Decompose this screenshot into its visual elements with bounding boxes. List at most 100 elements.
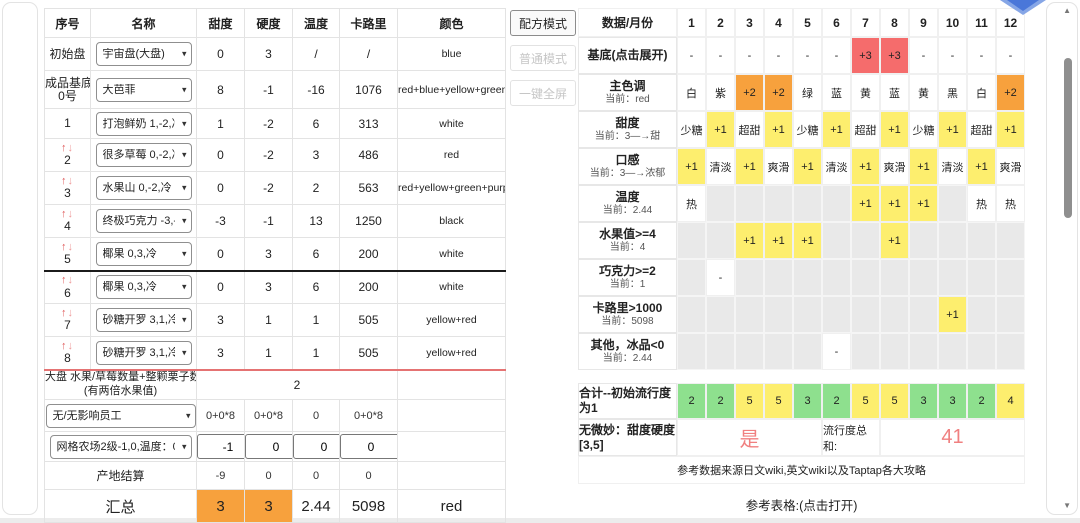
move-down-icon[interactable]: ↓ bbox=[68, 142, 75, 154]
temp-cell: 13 bbox=[292, 204, 340, 238]
staff-temp-value: 0 bbox=[292, 399, 340, 432]
ingredient-row: 1 打泡鲜奶 1,-2,冷 ▾ 1 -2 6 313 white bbox=[44, 108, 506, 139]
name-cell: 打泡鲜奶 1,-2,冷 ▾ bbox=[90, 108, 197, 139]
ingredient-select[interactable]: 砂糖开罗 3,1,冷 bbox=[95, 340, 192, 365]
month-header-cell: 6 bbox=[822, 8, 851, 37]
origin-row: 产地结算 -9 0 0 0 bbox=[44, 461, 506, 490]
staff-row: 无/无影响员工 ▾ 0+0*8 0+0*8 0 0+0*8 bbox=[44, 399, 506, 432]
matrix-cell: 黑 bbox=[938, 74, 967, 111]
matrix-cell bbox=[677, 333, 706, 370]
temp-cell: 6 bbox=[292, 237, 340, 272]
move-down-icon[interactable]: ↓ bbox=[68, 208, 75, 220]
matrix-cell: +2 bbox=[764, 74, 793, 111]
hard-cell: -2 bbox=[244, 138, 293, 172]
ingredient-select[interactable]: 大芭菲 bbox=[95, 77, 192, 102]
ingredient-select[interactable]: 椰果 0,3,冷 bbox=[95, 275, 192, 300]
matrix-cell bbox=[706, 185, 735, 222]
row-index-cell: ↑↓ 3 bbox=[44, 171, 91, 205]
hard-cell: -1 bbox=[244, 70, 293, 109]
farm-calorie-input[interactable] bbox=[340, 434, 397, 459]
ingredient-select[interactable]: 打泡鲜奶 1,-2,冷 bbox=[95, 111, 192, 136]
sweet-cell: 3 bbox=[196, 303, 245, 337]
row-index-cell: ↑↓ 5 bbox=[44, 237, 91, 272]
matrix-row-label[interactable]: 基底(点击展开) bbox=[578, 37, 677, 74]
reference-table-link[interactable]: 参考表格:(点击打开) bbox=[578, 495, 1025, 514]
matrix-cell: +1 bbox=[880, 111, 909, 148]
move-down-icon[interactable]: ↓ bbox=[68, 241, 75, 253]
blue-plane-icon bbox=[1000, 0, 1046, 15]
matrix-row-label: 口感 当前：3—→浓郁 bbox=[578, 148, 677, 185]
matrix-row-label: 巧克力>=2 当前：1 bbox=[578, 259, 677, 296]
matrix-cell bbox=[764, 185, 793, 222]
farm-hard-input[interactable] bbox=[245, 434, 292, 459]
ingredient-select[interactable]: 宇宙盘(大盘) bbox=[95, 42, 192, 66]
temp-cell: 1 bbox=[292, 336, 340, 371]
empty-cell bbox=[397, 369, 506, 400]
matrix-cell bbox=[880, 333, 909, 370]
sweet-cell: 0 bbox=[196, 37, 245, 71]
matrix-cell bbox=[677, 222, 706, 259]
matrix-cell: 清淡 bbox=[706, 148, 735, 185]
calorie-cell: 1250 bbox=[339, 204, 398, 238]
move-down-icon[interactable]: ↓ bbox=[68, 307, 75, 319]
ingredient-row: ↑↓ 5 椰果 0,3,冷 ▾ 0 3 6 200 white bbox=[44, 237, 506, 272]
move-down-icon[interactable]: ↓ bbox=[68, 175, 75, 187]
matrix-cell: 白 bbox=[677, 74, 706, 111]
matrix-cell bbox=[677, 296, 706, 333]
matrix-cell bbox=[938, 185, 967, 222]
ingredient-select[interactable]: 水果山 0,-2,冷 bbox=[95, 176, 192, 200]
fullscreen-button[interactable]: 一键全屏 bbox=[510, 80, 576, 106]
ingredient-table: 序号 名称 甜度 硬度 温度 卡路里 颜色 初始盘 宇宙盘(大盘) ▾ 0 3 /… bbox=[44, 8, 506, 523]
recipe-mode-button[interactable]: 配方模式 bbox=[510, 10, 576, 36]
vertical-scrollbar[interactable]: ▲ ▼ bbox=[1046, 2, 1078, 515]
total-cell: 2 bbox=[822, 383, 851, 419]
ingredient-select[interactable]: 很多草莓 0,-2,冷 bbox=[95, 143, 192, 167]
calorie-cell: 313 bbox=[339, 108, 398, 139]
ingredient-row: ↑↓ 4 终极巧克力 -3,-1,热 ▾ -3 -1 13 1250 black bbox=[44, 204, 506, 238]
matrix-cell: 黄 bbox=[851, 74, 880, 111]
ingredient-select[interactable]: 椰果 0,3,冷 bbox=[95, 241, 192, 266]
color-cell: blue bbox=[397, 37, 506, 71]
blue-corner-icon[interactable] bbox=[1000, 0, 1046, 15]
month-header-label: 数据/月份 bbox=[578, 8, 677, 37]
scrollbar-thumb[interactable] bbox=[1064, 58, 1072, 218]
row-index-cell: ↑↓ 8 bbox=[44, 336, 91, 371]
scroll-up-icon[interactable]: ▲ bbox=[1063, 7, 1071, 15]
farm-select[interactable]: 网格农场2级-1,0,温度：0 bbox=[49, 434, 192, 459]
total-cell: 3 bbox=[938, 383, 967, 419]
normal-mode-button[interactable]: 普通模式 bbox=[510, 45, 576, 71]
move-down-icon[interactable]: ↓ bbox=[68, 274, 75, 286]
calorie-cell: / bbox=[339, 37, 398, 71]
farm-temp-input[interactable] bbox=[293, 434, 339, 459]
month-header-cell: 2 bbox=[706, 8, 735, 37]
matrix-row: 巧克力>=2 当前：1- bbox=[578, 259, 1025, 296]
color-cell: red+yellow+green+purple bbox=[397, 171, 506, 205]
matrix-cell: +1 bbox=[909, 148, 938, 185]
matrix-cell bbox=[822, 185, 851, 222]
temp-cell: -16 bbox=[292, 70, 340, 109]
row-index-cell: ↑↓ 6 bbox=[44, 270, 91, 304]
matrix-cell: 清淡 bbox=[938, 148, 967, 185]
ingredient-select[interactable]: 砂糖开罗 3,1,冷 bbox=[95, 308, 192, 332]
name-cell: 很多草莓 0,-2,冷 ▾ bbox=[90, 138, 197, 172]
temp-cell: 6 bbox=[292, 270, 340, 304]
month-header-cell: 4 bbox=[764, 8, 793, 37]
col-header-index: 序号 bbox=[44, 8, 91, 38]
mode-buttons: 配方模式 普通模式 一键全屏 bbox=[510, 10, 576, 115]
color-cell: white bbox=[397, 270, 506, 304]
row-index-cell: ↑↓ 7 bbox=[44, 303, 91, 337]
matrix-cell bbox=[706, 222, 735, 259]
calorie-cell: 486 bbox=[339, 138, 398, 172]
matrix-cell bbox=[967, 222, 996, 259]
matrix-cell bbox=[909, 296, 938, 333]
ingredient-select[interactable]: 终极巧克力 -3,-1,热 bbox=[95, 209, 192, 233]
farm-sweet-input[interactable] bbox=[197, 434, 244, 459]
move-down-icon[interactable]: ↓ bbox=[68, 340, 75, 352]
staff-select[interactable]: 无/无影响员工 bbox=[45, 403, 196, 428]
calorie-cell: 505 bbox=[339, 336, 398, 371]
matrix-cell bbox=[735, 296, 764, 333]
calorie-cell: 200 bbox=[339, 237, 398, 272]
ingredient-row: ↑↓ 3 水果山 0,-2,冷 ▾ 0 -2 2 563 red+yellow+gr… bbox=[44, 171, 506, 205]
scroll-down-icon[interactable]: ▼ bbox=[1063, 502, 1071, 510]
month-header-cell: 9 bbox=[909, 8, 938, 37]
